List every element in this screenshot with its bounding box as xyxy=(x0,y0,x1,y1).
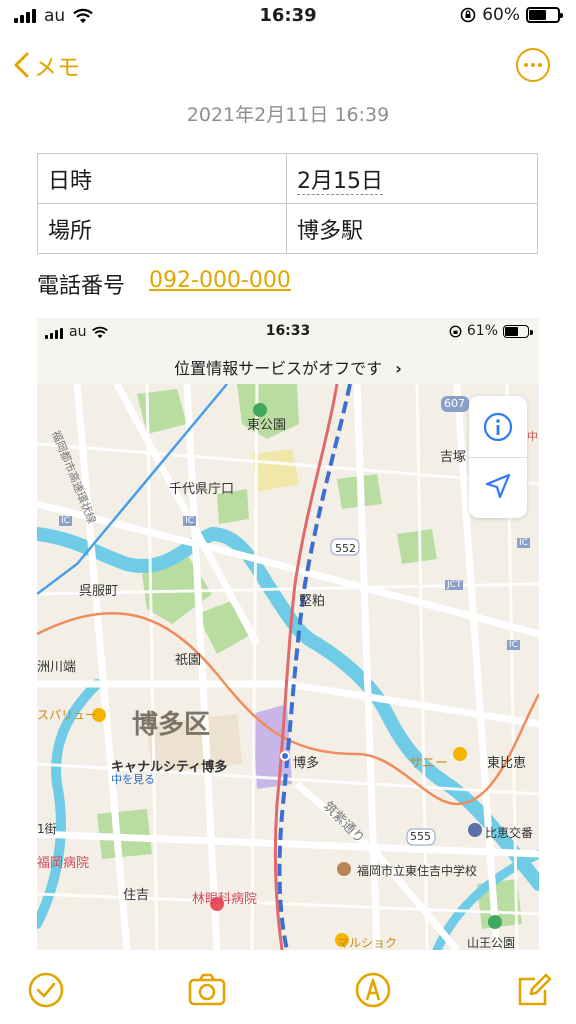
checklist-icon[interactable] xyxy=(26,970,66,1010)
divider xyxy=(469,457,527,458)
map-label-ward[interactable]: 博多区 xyxy=(132,704,210,741)
map-label[interactable]: 東公園 xyxy=(247,414,286,433)
map-label[interactable]: 中を見る xyxy=(111,771,155,787)
chevron-left-icon xyxy=(14,52,29,78)
school-pin-icon[interactable] xyxy=(337,862,351,876)
police-pin-icon[interactable] xyxy=(468,823,482,837)
ic-label: IC xyxy=(517,538,530,548)
ic-label: IC xyxy=(59,516,72,526)
route-label: 607 xyxy=(444,397,465,410)
chevron-right-icon: › xyxy=(395,359,402,378)
table-row: 日時 2月15日 xyxy=(37,153,538,204)
map-label[interactable]: 祇園 xyxy=(175,649,201,668)
route-label: 555 xyxy=(410,830,431,843)
more-options-button[interactable] xyxy=(516,48,550,82)
shop-pin-icon[interactable] xyxy=(453,747,467,761)
map-label[interactable]: 福岡市立東住吉中学校 xyxy=(357,862,477,879)
park-pin-icon[interactable] xyxy=(488,915,502,929)
table-cell-value[interactable]: 2月15日 xyxy=(286,153,538,204)
orientation-lock-icon xyxy=(460,7,476,23)
note-date: 2021年2月11日 16:39 xyxy=(186,104,390,126)
orientation-lock-icon xyxy=(449,325,462,337)
date-detected-text[interactable]: 2月15日 xyxy=(297,168,383,195)
battery-icon xyxy=(526,7,563,23)
map-label[interactable]: 千代県庁口 xyxy=(169,478,234,497)
map-label: 1街 xyxy=(37,822,57,836)
info-icon[interactable] xyxy=(483,412,513,442)
compose-icon[interactable] xyxy=(515,970,555,1010)
station-pin-icon[interactable] xyxy=(280,751,290,761)
map-label[interactable]: 比恵交番 xyxy=(485,824,533,841)
back-button[interactable]: メモ xyxy=(12,48,80,82)
map-label[interactable]: 福岡病院 xyxy=(37,852,89,871)
embedded-status-right: 61% xyxy=(449,323,533,339)
map-label[interactable]: 呉服町 xyxy=(79,580,118,599)
map-label[interactable]: サニー xyxy=(409,752,448,771)
phone-number-link[interactable]: 092-000-000 xyxy=(149,268,291,300)
nav-bar: メモ xyxy=(0,40,576,90)
map-label[interactable]: スパリュー xyxy=(37,706,97,723)
location-banner[interactable]: 位置情報サービスがオフです › xyxy=(37,348,539,384)
map-label[interactable]: 堅粕 xyxy=(299,590,325,609)
battery-icon xyxy=(503,324,533,338)
map-label[interactable]: 吉塚 xyxy=(440,446,466,465)
table-cell-value[interactable]: 博多駅 xyxy=(286,203,538,254)
jct-label: JCT xyxy=(445,580,464,590)
map-label[interactable]: マルショク xyxy=(337,934,397,950)
status-bar: au 16:39 60% xyxy=(0,0,576,34)
table-cell-key[interactable]: 場所 xyxy=(37,203,287,254)
phone-label: 電話番号 xyxy=(37,274,126,299)
map-controls xyxy=(469,396,527,518)
table-cell-key[interactable]: 日時 xyxy=(37,153,287,204)
map-label[interactable]: 博多 xyxy=(293,752,319,771)
back-label: メモ xyxy=(34,55,80,81)
embedded-status-bar: au 16:33 61% xyxy=(37,318,539,348)
route-label: 552 xyxy=(335,542,356,555)
phone-line: 電話番号 092-000-000 xyxy=(37,268,291,300)
map-label[interactable]: 洲川端 xyxy=(37,656,76,675)
map-label[interactable]: 林眼科病院 xyxy=(192,888,257,907)
location-banner-text: 位置情報サービスがオフです xyxy=(174,359,383,378)
markup-pen-icon[interactable] xyxy=(353,970,393,1010)
bottom-toolbar xyxy=(0,960,576,1024)
map-label[interactable]: 東比恵 xyxy=(487,752,526,771)
ic-label: IC xyxy=(507,640,520,650)
note-table: 日時 2月15日 場所 博多駅 xyxy=(37,153,538,254)
map-label: 中 xyxy=(527,430,538,443)
camera-icon[interactable] xyxy=(187,970,227,1010)
status-right: 60% xyxy=(460,5,563,25)
embedded-map-screenshot[interactable]: au 16:33 61% 位置情報サービスがオフです › 東公園 千代県庁口 呉… xyxy=(37,318,539,950)
embedded-battery-percent: 61% xyxy=(466,323,498,339)
location-arrow-icon[interactable] xyxy=(484,472,512,500)
map-label[interactable]: 住吉 xyxy=(123,884,149,903)
ic-label: IC xyxy=(183,516,196,526)
battery-percent: 60% xyxy=(482,5,520,25)
table-row: 場所 博多駅 xyxy=(37,203,538,254)
map-label[interactable]: 山王公園 xyxy=(467,934,515,950)
